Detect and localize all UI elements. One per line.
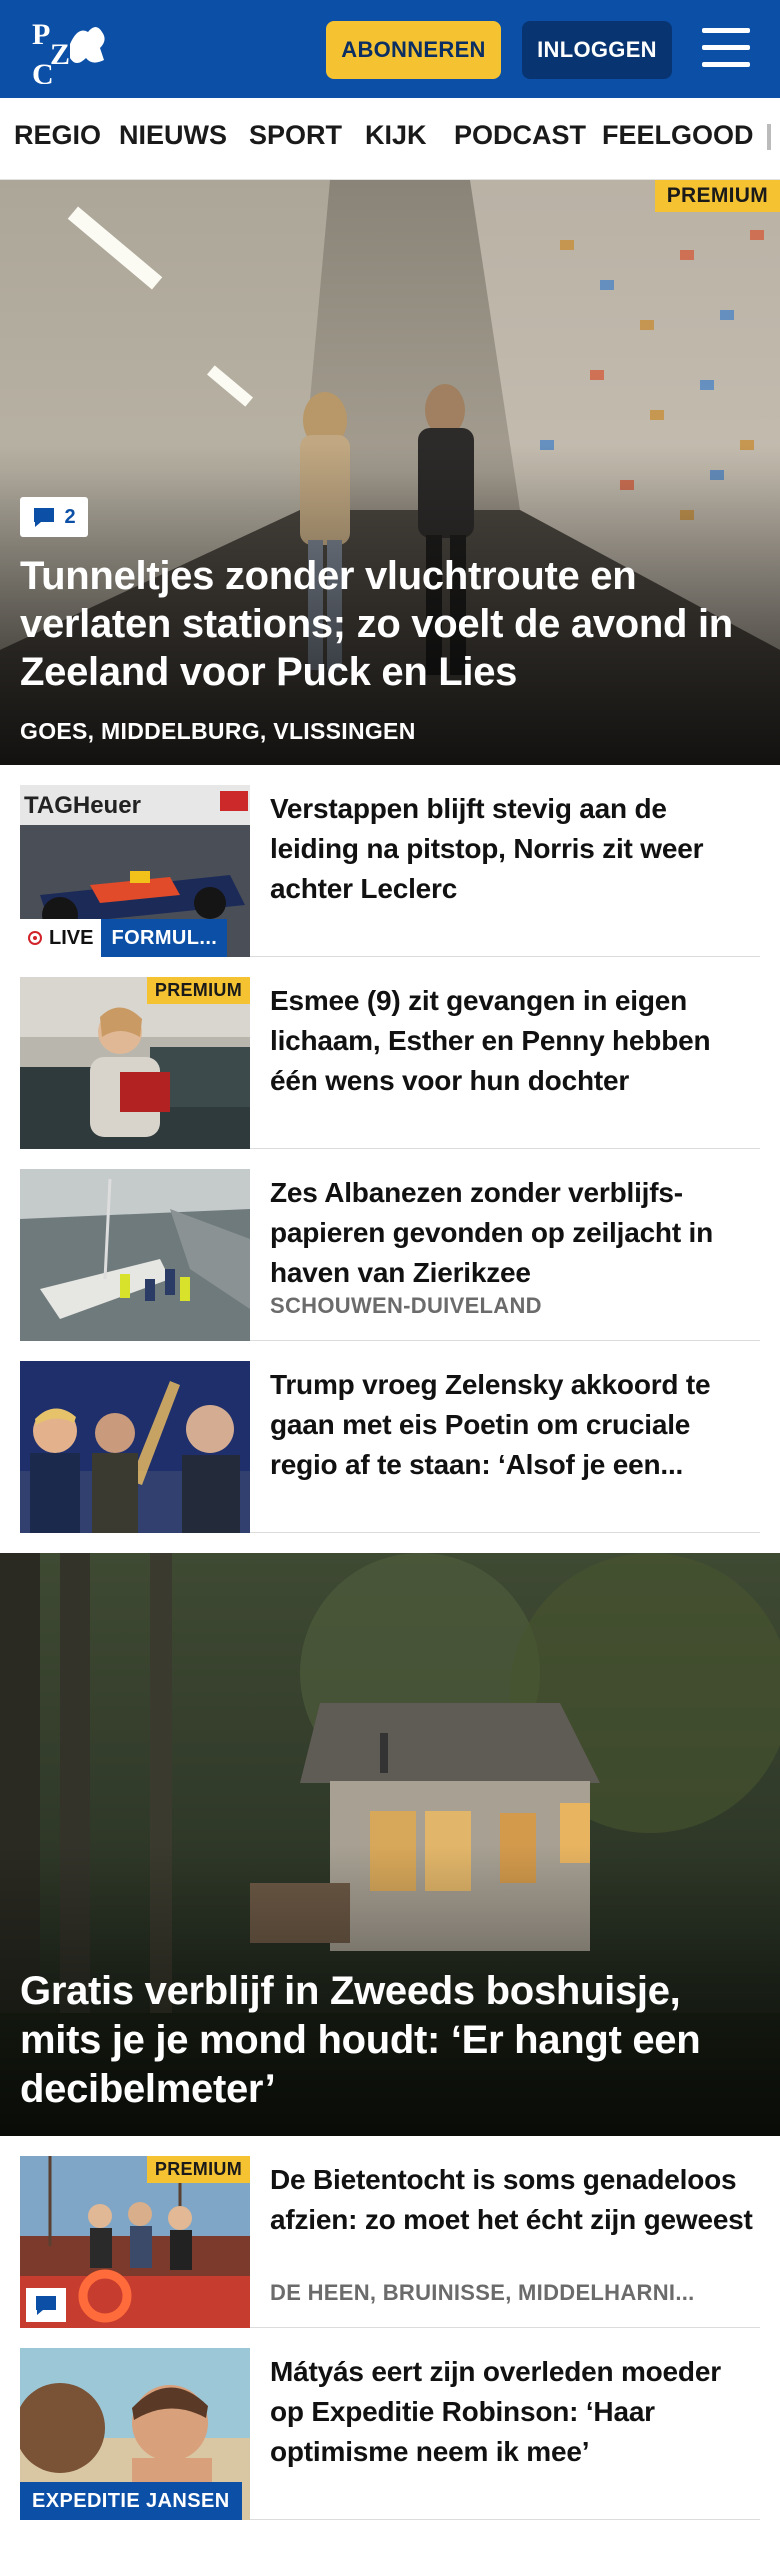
article-thumbnail: PREMIUM	[20, 977, 250, 1149]
article-title[interactable]: Trump vroeg Zelensky akkoord te gaan met…	[270, 1365, 760, 1485]
article-thumbnail: EXPEDITIE JANSEN	[20, 2348, 250, 2520]
nav-overflow-hint	[767, 124, 771, 150]
article-title[interactable]: Verstappen blijft stevig aan de leiding …	[270, 789, 760, 909]
nav-item-nieuws[interactable]: NIEUWS	[119, 120, 227, 151]
svg-text:TAGHeuer: TAGHeuer	[24, 792, 141, 819]
hero-title[interactable]: Tunneltjes zonder vluchtroute en verlate…	[20, 552, 765, 696]
article-card[interactable]: PREMIUM De Bietentocht is soms genadeloo…	[20, 2156, 760, 2328]
feature-article[interactable]: Gratis verblijf in Zweeds boshuisje, mit…	[0, 1553, 780, 2136]
login-button[interactable]: INLOGGEN	[522, 21, 672, 79]
hero-location: GOES, MIDDELBURG, VLISSINGEN	[20, 718, 416, 744]
site-header: P Z C ABONNEREN INLOGGEN	[0, 0, 780, 98]
article-title[interactable]: Mátyás eert zijn overleden moeder op Exp…	[270, 2352, 760, 2472]
article-thumbnail: PREMIUM	[20, 2156, 250, 2328]
nav-item-feelgood[interactable]: FEELGOOD	[602, 120, 754, 151]
premium-badge: PREMIUM	[146, 977, 250, 1004]
subscribe-button[interactable]: ABONNEREN	[326, 21, 501, 79]
comment-count-value: 2	[64, 505, 76, 528]
article-title[interactable]: Esmee (9) zit gevangen in eigen lichaam,…	[270, 981, 760, 1101]
premium-badge: PREMIUM	[654, 180, 780, 212]
article-card[interactable]: EXPEDITIE JANSEN Mátyás eert zijn overle…	[20, 2348, 760, 2520]
article-title[interactable]: Zes Albanezen zonder verblijfs­papieren …	[270, 1173, 760, 1293]
article-card[interactable]: TAGHeuer LIVE FORMUL... Verstappen blijf…	[20, 785, 760, 957]
nav-item-regio[interactable]: REGIO	[14, 120, 101, 151]
hamburger-menu-icon[interactable]	[698, 24, 754, 74]
article-location: SCHOUWEN-DUIVELAND	[270, 1293, 542, 1318]
article-card[interactable]: PREMIUM Esmee (9) zit gevangen in eigen …	[20, 977, 760, 1149]
article-thumbnail: TAGHeuer LIVE FORMUL...	[20, 785, 250, 957]
svg-text:C: C	[32, 58, 54, 84]
pzc-logo[interactable]: P Z C	[30, 14, 110, 91]
article-title[interactable]: De Bietentocht is soms genadeloos afzien…	[270, 2160, 760, 2240]
live-label: LIVE	[20, 919, 102, 957]
nav-item-kijk[interactable]: KIJK	[365, 120, 427, 151]
feature-title[interactable]: Gratis verblijf in Zweeds boshuisje, mit…	[20, 1967, 760, 2114]
premium-badge: PREMIUM	[146, 2156, 250, 2183]
nav-item-podcast[interactable]: PODCAST	[454, 120, 586, 151]
article-card[interactable]: Trump vroeg Zelensky akkoord te gaan met…	[20, 1361, 760, 1533]
hero-article[interactable]: PREMIUM 2 Tunneltjes zonder vluchtroute …	[0, 180, 780, 765]
comment-icon[interactable]	[26, 2288, 66, 2322]
article-location: DE HEEN, BRUINISSE, MIDDELHARNI...	[270, 2280, 695, 2305]
live-dot-icon	[28, 931, 42, 945]
section-nav: REGIO NIEUWS SPORT KIJK PODCAST FEELGOOD	[0, 98, 780, 180]
article-card[interactable]: Zes Albanezen zonder verblijfs­papieren …	[20, 1169, 760, 1341]
nav-item-sport[interactable]: SPORT	[249, 120, 342, 151]
category-label: EXPEDITIE JANSEN	[20, 2482, 242, 2520]
live-tag: LIVE FORMUL...	[20, 919, 228, 957]
article-thumbnail	[20, 1169, 250, 1341]
comment-count[interactable]: 2	[20, 497, 88, 537]
comment-icon	[34, 508, 55, 527]
svg-text:P: P	[32, 18, 50, 51]
category-label: FORMUL...	[101, 919, 228, 957]
article-thumbnail	[20, 1361, 250, 1533]
